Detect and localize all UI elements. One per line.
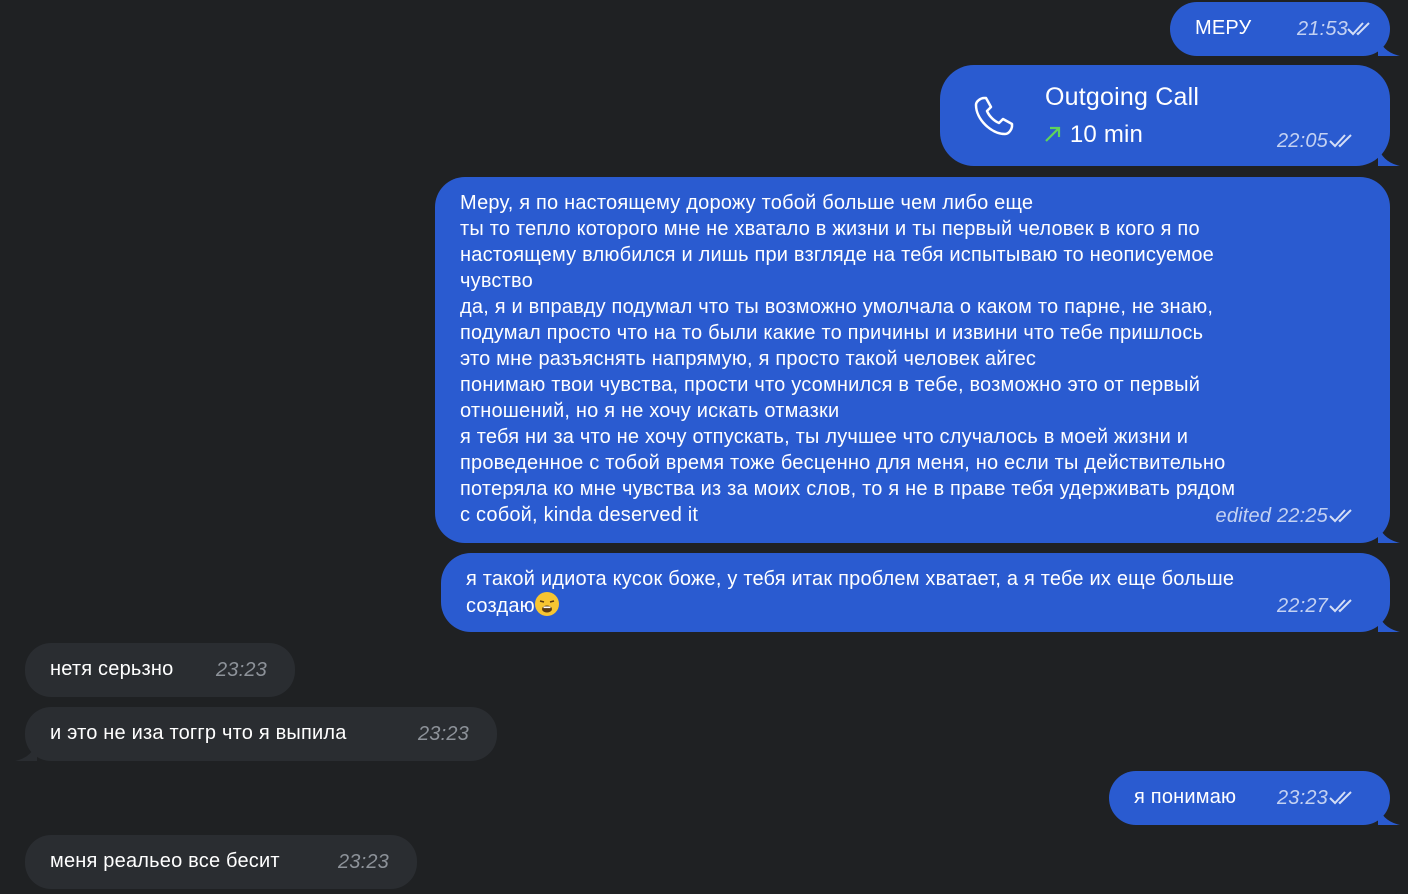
message-text: и это не иза тоггр что я выпила [50, 722, 347, 744]
outgoing-message[interactable]: МЕРУ 21:53 [1170, 2, 1400, 56]
message-meta: 22:05 [1277, 128, 1328, 154]
message-time: 23:23 [1276, 787, 1328, 809]
message-time: 23:23 [215, 659, 267, 681]
incoming-message[interactable]: нетя серьзно 23:23 [25, 643, 295, 697]
double-check-icon [1329, 791, 1352, 805]
bubble-tail [1378, 36, 1400, 56]
message-time: 22:05 [1276, 130, 1328, 152]
phone-icon[interactable] [970, 92, 1018, 140]
incoming-message[interactable]: и это не иза тоггр что я выпила 23:23 [15, 707, 497, 761]
incoming-message[interactable]: меня реальео все бесит 23:23 [25, 835, 417, 889]
double-check-icon [1329, 134, 1352, 148]
message-time: edited 22:25 [1215, 505, 1328, 527]
weary-face-emoji [534, 592, 559, 616]
bubble-tail [1378, 805, 1400, 825]
call-message[interactable]: Outgoing Call 10 min 22:05 [940, 65, 1400, 166]
call-duration: 10 min [1069, 121, 1144, 148]
outgoing-message[interactable]: я понимаю 23:23 [1109, 771, 1400, 825]
message-text: я такой идиота кусок боже, у тебя итак п… [466, 568, 1235, 617]
double-check-icon [1347, 22, 1370, 36]
outgoing-message[interactable]: я такой идиота кусок боже, у тебя итак п… [441, 553, 1400, 632]
message-text: меня реальео все бесит [50, 850, 280, 872]
message-text: я понимаю [1134, 786, 1237, 808]
outgoing-message[interactable]: Меру, я по настоящему дорожу тобой больш… [435, 177, 1400, 543]
message-time: 23:23 [417, 723, 469, 745]
double-check-icon [1329, 509, 1352, 523]
message-text: нетя серьзно [50, 658, 174, 680]
message-time: 21:53 [1296, 18, 1348, 40]
bubble-tail [1378, 146, 1400, 166]
call-details: 10 min [1043, 120, 1143, 150]
double-check-icon [1329, 599, 1352, 613]
message-time: 22:27 [1276, 595, 1328, 617]
message-meta: 22:27 [1277, 593, 1328, 619]
bubble-tail [1378, 523, 1400, 543]
bubble-tail [1378, 612, 1400, 632]
message-meta: 21:53 [1297, 16, 1348, 42]
arrow-up-right-icon [1045, 126, 1061, 142]
message-text: МЕРУ [1195, 17, 1252, 39]
bubble-tail [15, 741, 37, 761]
call-title: Outgoing Call [1045, 83, 1200, 111]
message-time: 23:23 [337, 851, 389, 873]
chat-history: МЕРУ 21:53 Outgoing Call 10 min 22:05 Ме… [0, 0, 1408, 894]
message-meta: 23:23 [1277, 785, 1328, 811]
message-text: Меру, я по настоящему дорожу тобой больш… [460, 192, 1236, 526]
message-meta: edited 22:25 [1216, 503, 1329, 529]
